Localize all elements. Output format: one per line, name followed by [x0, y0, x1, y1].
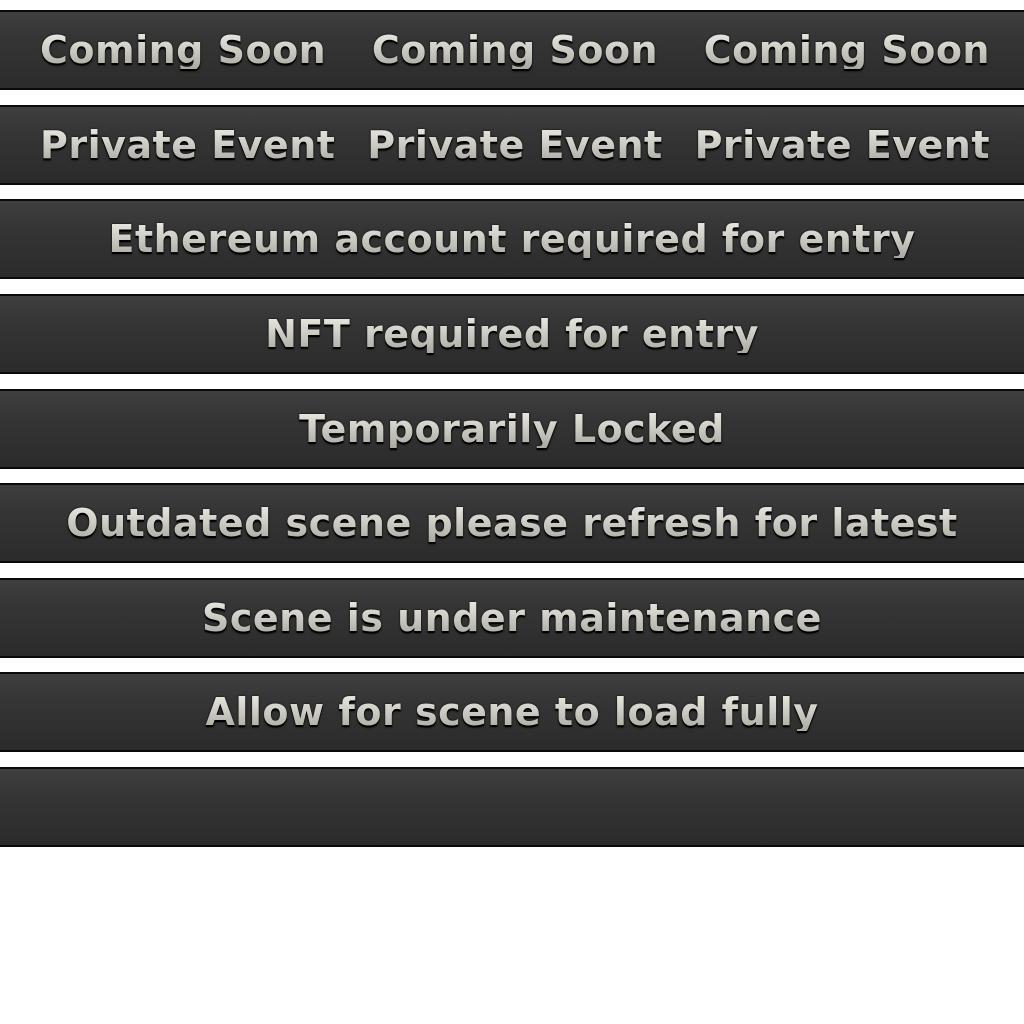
ethereum-required-label: Ethereum account required for entry — [108, 217, 916, 261]
private-event-label-1: Private Event — [40, 123, 336, 167]
under-maintenance-label: Scene is under maintenance — [202, 596, 822, 640]
banner-under-maintenance: Scene is under maintenance — [0, 578, 1024, 658]
coming-soon-label-1: Coming Soon — [40, 28, 327, 72]
nft-required-label: NFT required for entry — [265, 312, 759, 356]
banner-allow-load: Allow for scene to load fully — [0, 672, 1024, 752]
allow-load-label: Allow for scene to load fully — [205, 690, 819, 734]
banner-private-event: Private Event Private Event Private Even… — [0, 105, 1024, 185]
temporarily-locked-label: Temporarily Locked — [299, 407, 725, 451]
banner-outdated-scene: Outdated scene please refresh for latest — [0, 483, 1024, 563]
banner-temporarily-locked: Temporarily Locked — [0, 389, 1024, 469]
coming-soon-label-3: Coming Soon — [703, 28, 990, 72]
coming-soon-label-2: Coming Soon — [371, 28, 659, 72]
banner-coming-soon: Coming Soon Coming Soon Coming Soon — [0, 10, 1024, 90]
banner-nft-required: NFT required for entry — [0, 294, 1024, 374]
banner-ethereum-required: Ethereum account required for entry — [0, 199, 1024, 279]
outdated-scene-label: Outdated scene please refresh for latest — [66, 501, 958, 545]
banner-blank — [0, 767, 1024, 847]
private-event-label-3: Private Event — [694, 123, 990, 167]
private-event-label-2: Private Event — [367, 123, 663, 167]
